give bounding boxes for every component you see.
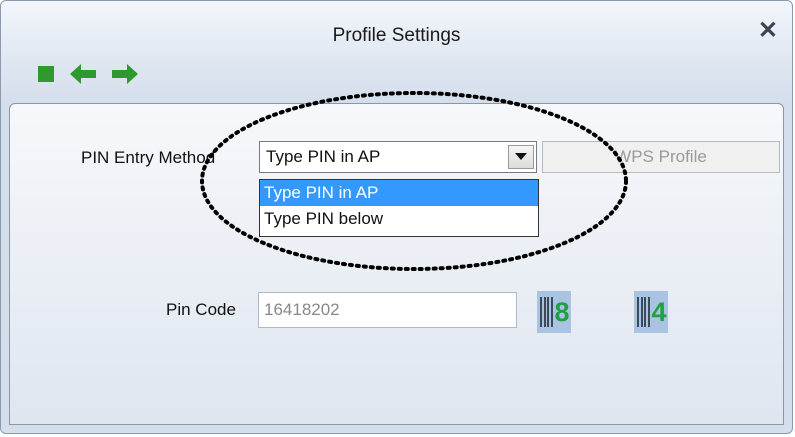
close-button[interactable]: ✕: [758, 19, 778, 43]
pin-entry-method-value: Type PIN in AP: [266, 147, 381, 166]
dropdown-option-type-pin-below[interactable]: Type PIN below: [260, 206, 538, 232]
pin-entry-method-dropdown: Type PIN in AP Type PIN below: [259, 179, 539, 237]
barcode-4-icon[interactable]: 4: [634, 291, 668, 333]
stop-square-icon[interactable]: [37, 65, 55, 83]
pin-code-label: Pin Code: [166, 300, 236, 319]
pin-entry-method-label: PIN Entry Method: [81, 148, 216, 167]
pin-entry-method-select[interactable]: Type PIN in AP: [259, 141, 537, 173]
barcode-8-icon[interactable]: 8: [537, 291, 571, 333]
window-title: Profile Settings: [332, 25, 461, 46]
pin-code-field[interactable]: 16418202: [258, 292, 517, 328]
barcode-4-digit: 4: [651, 297, 667, 327]
back-arrow-icon[interactable]: [69, 63, 97, 85]
dropdown-option-type-pin-in-ap[interactable]: Type PIN in AP: [260, 180, 538, 206]
toolbar: [37, 61, 139, 87]
wps-profile-button: WPS Profile: [542, 141, 780, 173]
forward-arrow-icon[interactable]: [111, 63, 139, 85]
dropdown-arrow-icon[interactable]: [508, 145, 534, 169]
profile-settings-window: Profile Settings ✕ PIN Entry Method Type…: [0, 0, 793, 434]
barcode-8-digit: 8: [554, 297, 570, 327]
